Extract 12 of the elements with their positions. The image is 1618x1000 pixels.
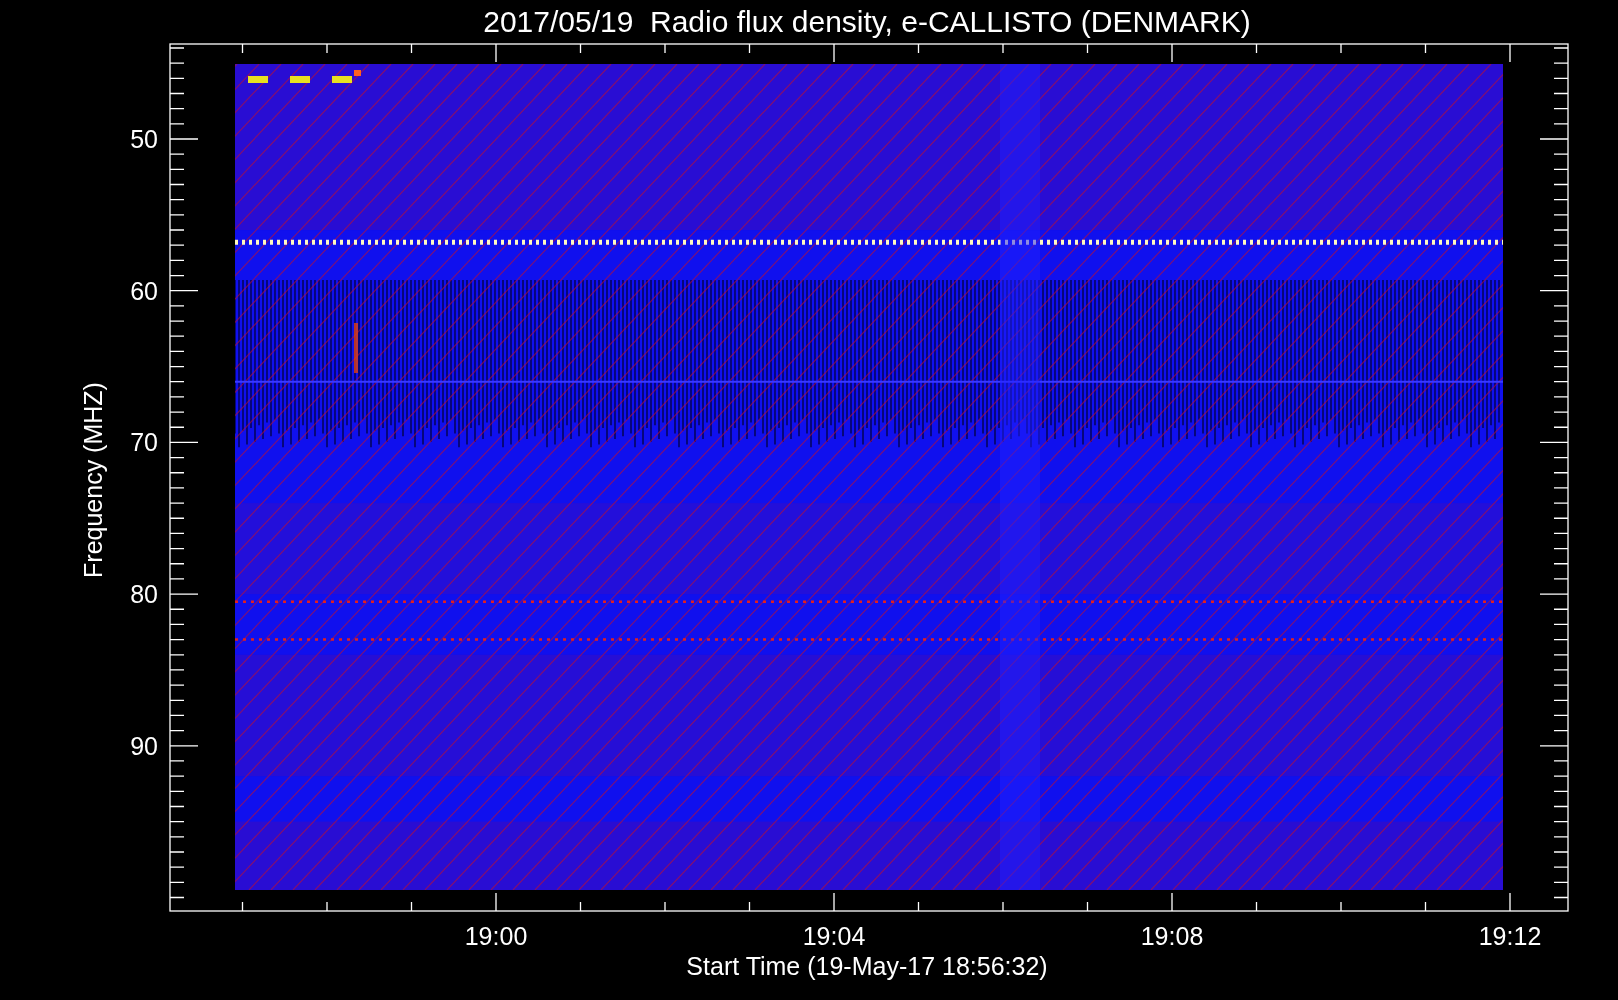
- y-tick-label: 70: [130, 428, 158, 457]
- x-tick-label: 19:12: [1478, 922, 1542, 950]
- y-tick-label: 60: [130, 276, 158, 305]
- chart-title: 2017/05/19 Radio flux density, e-CALLISTO (DENMARK): [483, 5, 1251, 38]
- y-axis-label: Frequency (MHZ): [79, 382, 107, 578]
- x-tick-label: 19:00: [464, 922, 528, 950]
- x-tick-label: 19:08: [1140, 922, 1204, 950]
- x-axis-label: Start Time (19-May-17 18:56:32): [686, 952, 1048, 980]
- y-tick-label: 80: [130, 580, 158, 609]
- y-tick-label: 50: [130, 125, 158, 153]
- y-tick-label: 90: [130, 731, 158, 760]
- x-tick-label: 19:04: [802, 922, 866, 950]
